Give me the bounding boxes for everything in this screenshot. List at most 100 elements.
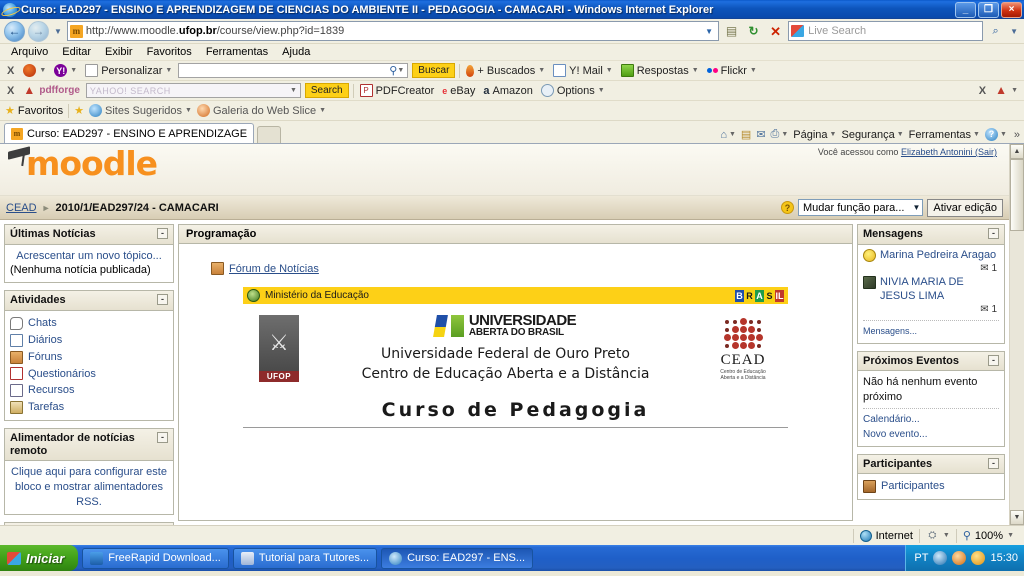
activity-questionarios[interactable]: Questionários <box>10 366 168 383</box>
protected-mode[interactable]: ⛭ ▼ <box>920 528 956 544</box>
favoritos-button[interactable]: ★ Favoritos <box>5 104 63 118</box>
calendario-link[interactable]: Calendário... <box>863 414 920 425</box>
ymail-button[interactable]: Y! Mail ▼ <box>551 64 615 77</box>
refresh-button[interactable]: ↻ <box>744 22 763 41</box>
collapse-icon[interactable]: - <box>988 354 999 366</box>
taskbar-item-curso[interactable]: Curso: EAD297 - ENS... <box>381 547 534 569</box>
close-button[interactable]: × <box>1001 1 1022 18</box>
collapse-icon[interactable]: - <box>157 228 168 239</box>
menu-editar[interactable]: Editar <box>55 45 98 59</box>
logout-link[interactable]: Elizabeth Antonini (Sair) <box>901 147 997 157</box>
minimize-button[interactable]: _ <box>955 1 976 18</box>
ativar-edicao-button[interactable]: Ativar edição <box>927 198 1003 217</box>
help-button[interactable]: ? ▼ <box>984 128 1007 141</box>
search-provider-dropdown-icon[interactable]: ▼ <box>1008 27 1020 36</box>
sites-sugeridos-button[interactable]: Sites Sugeridos ▼ <box>89 104 192 117</box>
activity-foruns[interactable]: Fóruns <box>10 349 168 366</box>
menu-ferramentas[interactable]: Ferramentas <box>199 45 275 59</box>
buscados-button[interactable]: + Buscados ▼ <box>464 64 547 77</box>
activity-chats[interactable]: Chats <box>10 315 168 332</box>
forward-button[interactable]: → <box>28 20 49 42</box>
zoom-control[interactable]: ⚲ 100% ▼ <box>957 528 1020 544</box>
pdfcreator-button[interactable]: P PDFCreator <box>358 84 437 97</box>
activity-tarefas[interactable]: Tarefas <box>10 399 168 416</box>
scrollbar-thumb[interactable] <box>1010 159 1024 231</box>
forum-noticias-row[interactable]: Fórum de Notícias <box>211 262 842 275</box>
feeds-button[interactable]: ▤ <box>741 128 751 141</box>
tab-curso-ead297[interactable]: m Curso: EAD297 - ENSINO E APRENDIZAGEM … <box>4 123 254 143</box>
add-favorite-icon[interactable]: ★ <box>74 104 84 117</box>
novo-evento-link[interactable]: Novo evento... <box>863 429 927 440</box>
yahoo-toolbar-close-icon[interactable]: X <box>4 65 17 77</box>
assignment-icon <box>10 401 23 415</box>
message-row[interactable]: Marina Pedreira Aragao <box>863 248 999 263</box>
pagina-menu[interactable]: Página ▼ <box>793 129 836 141</box>
home-button[interactable]: ⌂ ▼ <box>720 129 736 141</box>
toolbar-right-close-icon[interactable]: X <box>976 85 989 97</box>
start-button[interactable]: Iniciar <box>0 545 79 571</box>
stop-button[interactable]: ✕ <box>766 22 785 41</box>
ferramentas-menu[interactable]: Ferramentas ▼ <box>909 129 980 141</box>
message-row[interactable]: NIVIA MARIA DE JESUS LIMA <box>863 275 999 304</box>
page-scrollbar[interactable]: ▲ ▼ <box>1009 144 1024 525</box>
yahoo-buscar-button[interactable]: Buscar <box>412 63 456 78</box>
tray-icon-download[interactable] <box>952 551 967 565</box>
personalizar-button[interactable]: Personalizar ▼ <box>83 64 174 77</box>
security-zone[interactable]: Internet <box>854 528 919 544</box>
scrollbar-track[interactable] <box>1010 231 1024 510</box>
search-input[interactable]: Live Search <box>788 21 984 41</box>
tray-icon-update[interactable] <box>971 551 986 565</box>
scroll-down-button[interactable]: ▼ <box>1010 510 1024 525</box>
back-button[interactable]: ← <box>4 20 25 42</box>
menu-favoritos[interactable]: Favoritos <box>140 45 199 59</box>
activity-recursos[interactable]: Recursos <box>10 382 168 399</box>
url-input[interactable]: m http://www.moodle.ufop.br/course/view.… <box>66 21 720 41</box>
search-go-icon[interactable]: ⌕ <box>986 22 1005 41</box>
respostas-button[interactable]: Respostas ▼ <box>619 64 701 77</box>
help-icon[interactable]: ? <box>780 201 794 214</box>
menu-ajuda[interactable]: Ajuda <box>275 45 317 59</box>
yahoo-toolbar-brand[interactable]: ▼ <box>21 64 48 77</box>
collapse-icon[interactable]: - <box>157 294 168 306</box>
pdfforge-brand[interactable]: ▲ pdfforge <box>21 84 82 97</box>
scroll-up-button[interactable]: ▲ <box>1010 144 1024 159</box>
yahoo-logo-button[interactable]: Y! ▼ <box>52 64 79 77</box>
acrescentar-topico-link[interactable]: Acrescentar um novo tópico... <box>16 250 162 262</box>
pdfforge-toolbar-close-icon[interactable]: X <box>4 85 17 97</box>
options-button[interactable]: Options ▼ <box>539 84 607 97</box>
collapse-icon[interactable]: - <box>988 457 999 469</box>
galeria-web-slice-button[interactable]: Galeria do Web Slice ▼ <box>196 104 326 117</box>
breadcrumb-cead[interactable]: CEAD <box>6 202 37 214</box>
rss-feed-icon[interactable]: ▤ <box>722 22 741 41</box>
collapse-icon[interactable]: - <box>988 228 999 239</box>
collapse-icon[interactable]: - <box>157 432 168 444</box>
tray-icon-network[interactable] <box>933 551 948 565</box>
new-tab-button[interactable] <box>257 126 281 143</box>
history-dropdown-icon[interactable]: ▼ <box>52 27 64 36</box>
url-dropdown-icon[interactable]: ▼ <box>702 27 716 36</box>
mensagens-footer-link[interactable]: Mensagens... <box>863 326 917 336</box>
pdfforge-search-input[interactable]: YAHOO! SEARCH ▼ <box>85 83 301 98</box>
moodle-logo[interactable]: moodle <box>8 147 158 180</box>
role-select[interactable]: Mudar função para... ▼ <box>797 199 924 216</box>
clock[interactable]: 15:30 <box>990 552 1018 564</box>
seguranca-menu[interactable]: Segurança ▼ <box>841 129 903 141</box>
toolbar-right-pdf-button[interactable]: ▲ ▼ <box>993 84 1020 97</box>
configurar-rss-link[interactable]: Clique aqui para configurar este bloco e… <box>11 466 167 508</box>
flickr-button[interactable]: Flickr ▼ <box>705 65 759 77</box>
taskbar-item-tutorial[interactable]: Tutorial para Tutores... <box>232 547 378 569</box>
language-indicator[interactable]: PT <box>914 552 928 564</box>
participantes-row[interactable]: Participantes <box>863 478 999 495</box>
print-button[interactable]: ⎙ ▼ <box>771 128 789 141</box>
mail-button[interactable]: ✉ <box>756 128 765 141</box>
pdfforge-search-button[interactable]: Search <box>304 83 349 98</box>
menu-exibir[interactable]: Exibir <box>98 45 140 59</box>
maximize-button[interactable]: ❐ <box>978 1 999 18</box>
amazon-button[interactable]: a Amazon <box>481 85 534 97</box>
yahoo-search-input[interactable]: ⚲ ▼ <box>178 63 409 78</box>
taskbar-item-freerapid[interactable]: FreeRapid Download... <box>82 547 229 569</box>
ebay-button[interactable]: e eBay <box>440 85 477 97</box>
activity-diarios[interactable]: Diários <box>10 332 168 349</box>
overflow-icon[interactable]: » <box>1012 129 1020 141</box>
menu-arquivo[interactable]: Arquivo <box>4 45 55 59</box>
